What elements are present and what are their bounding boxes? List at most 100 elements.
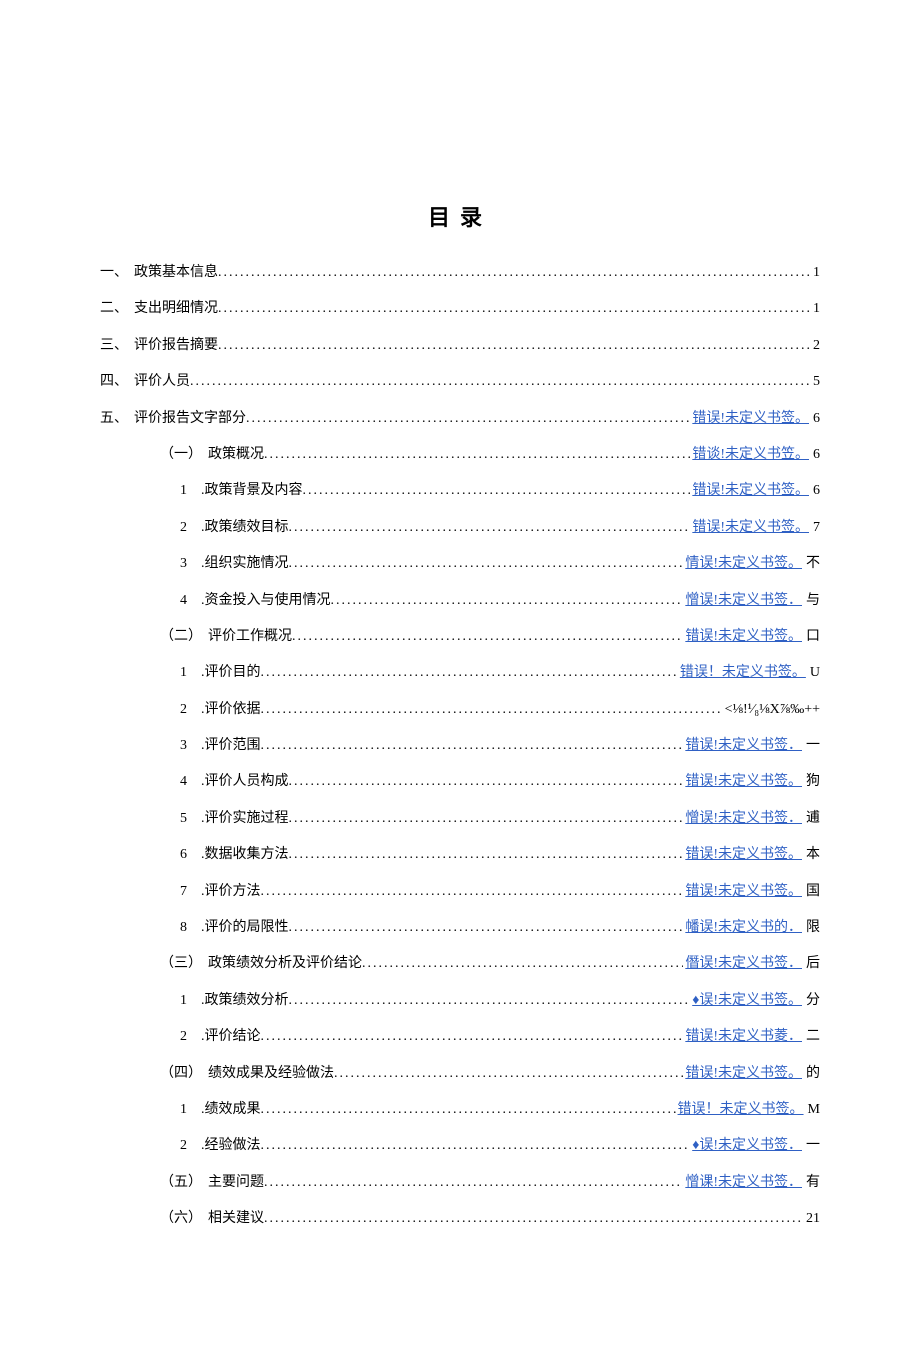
toc-leader-dots: ........................................… (261, 881, 684, 903)
toc-page-number: 6 (813, 444, 820, 466)
toc-entry-number: 7 (180, 881, 187, 903)
toc-bookmark-error-link[interactable]: ♦误!未定义书签． (692, 1135, 802, 1157)
toc-bookmark-error-link[interactable]: 错误!未定义书签． (685, 735, 802, 757)
toc-entry-text: .政策绩效目标 (201, 517, 289, 539)
toc-entry: 5 .评价实施过程................................… (100, 808, 820, 830)
toc-bookmark-error-link[interactable]: 僭误!未定义书签． (685, 953, 802, 975)
toc-entry-text: 相关建议 (208, 1208, 264, 1230)
toc-entry-number: 4 (180, 590, 187, 612)
toc-entry: 4.评价人员构成................................… (100, 771, 820, 793)
toc-entry-number: 五、 (100, 408, 128, 430)
toc-bookmark-error-link[interactable]: 错谈!未定义书笠。 (692, 444, 809, 466)
toc-page-number: 6 (813, 408, 820, 430)
toc-entry-text: .评价的局限性 (201, 917, 289, 939)
toc-entry-number: 1 (180, 990, 187, 1012)
toc-entry-text: .绩效成果 (201, 1099, 261, 1121)
toc-page-number: 不 (806, 553, 820, 575)
toc-leader-dots: ........................................… (362, 953, 683, 975)
toc-entry: 3.组织实施情况................................… (100, 553, 820, 575)
toc-leader-dots: ........................................… (289, 771, 684, 793)
toc-leader-dots: ........................................… (334, 1063, 683, 1085)
toc-entry-text: 评价报告摘要 (134, 335, 218, 357)
toc-page-number: 狗 (806, 771, 820, 793)
toc-entry: 1 .政策背景及内容 ..............................… (100, 480, 820, 502)
toc-bookmark-error-link[interactable]: 憎误!未定义书签． (685, 808, 802, 830)
toc-entry-number: 1 (180, 662, 187, 684)
toc-entry-number: 8 (180, 917, 187, 939)
toc-title: 目录 (100, 200, 820, 232)
toc-page-number: 与 (806, 590, 820, 612)
toc-entry-number: 2 (180, 1135, 187, 1157)
toc-leader-dots: ........................................… (218, 262, 811, 284)
toc-entry-text: .评价实施过程 (201, 808, 289, 830)
toc-page-number: 7 (813, 517, 820, 539)
toc-bookmark-error-link[interactable]: ♦误!未定义书签。 (692, 990, 802, 1012)
toc-entry: 五、评价报告文字部分..............................… (100, 408, 820, 430)
toc-page-number: 6 (813, 480, 820, 502)
toc-bookmark-error-link[interactable]: 错误!未定义书菱． (685, 1026, 802, 1048)
toc-leader-dots: ........................................… (289, 990, 691, 1012)
toc-bookmark-error-link[interactable]: 幡误!未定义书的． (685, 917, 802, 939)
toc-entry-text: .政策绩效分析 (201, 990, 289, 1012)
toc-page-number: 分 (806, 990, 820, 1012)
toc-bookmark-error-link[interactable]: 错误!未定义书签。 (692, 480, 809, 502)
toc-entry-text: .评价人员构成 (201, 771, 289, 793)
toc-entry: 3.评价范围..................................… (100, 735, 820, 757)
toc-bookmark-error-link[interactable]: 错误!未定义书签。 (685, 844, 802, 866)
toc-entry-number: 1 (180, 480, 187, 502)
toc-entry: （三） 政策绩效分析及评价结论..........................… (100, 953, 820, 975)
toc-entry-number: （五） (160, 1172, 202, 1194)
toc-entry-number: 3 (180, 735, 187, 757)
toc-entry-number: 四、 (100, 371, 128, 393)
toc-entry-number: 6 (180, 844, 187, 866)
toc-entry-number: （二） (160, 626, 202, 648)
toc-bookmark-error-link[interactable]: 情误!未定义书签。 (685, 553, 802, 575)
toc-bookmark-error-link[interactable]: 错误！未定义书签。 (680, 662, 806, 684)
toc-bookmark-error-link[interactable]: 错误!未定义书签。 (685, 626, 802, 648)
toc-entry-text: 评价工作概况 (208, 626, 292, 648)
toc-leader-dots: ........................................… (289, 844, 684, 866)
toc-entry: （二）评价工作概况...............................… (100, 626, 820, 648)
toc-page-number: 口 (806, 626, 820, 648)
toc-page-number: 的 (806, 1063, 820, 1085)
toc-entry: 2.评价依据 .................................… (100, 699, 820, 721)
toc-leader-dots: ........................................… (261, 1099, 676, 1121)
toc-leader-dots: ........................................… (289, 917, 684, 939)
toc-entry-text: .评价依据 (201, 699, 261, 721)
toc-entry: 2.政策绩效目标................................… (100, 517, 820, 539)
toc-bookmark-error-link[interactable]: 错误!未定义书签。 (685, 1063, 802, 1085)
toc-leader-dots: ........................................… (303, 480, 691, 502)
toc-entry-number: 3 (180, 553, 187, 575)
toc-container: 一、政策基本信息................................… (100, 262, 820, 1231)
toc-bookmark-error-link[interactable]: 憎误!未定义书签． (685, 590, 802, 612)
toc-entry-text: 政策绩效分析及评价结论 (208, 953, 362, 975)
toc-entry-text: .数据收集方法 (201, 844, 289, 866)
toc-leader-dots: ........................................… (289, 517, 691, 539)
toc-entry-text: .经验做法 (201, 1135, 261, 1157)
toc-bookmark-error-link[interactable]: 错误!未定义书签。 (692, 517, 809, 539)
toc-entry: 7.评价方法..................................… (100, 881, 820, 903)
toc-entry-number: 三、 (100, 335, 128, 357)
toc-bookmark-error-link[interactable]: 错误!未定义书签。 (692, 408, 809, 430)
toc-entry: （四）绩效成果及经验做法............................… (100, 1063, 820, 1085)
toc-entry: 二、支出明细情况................................… (100, 298, 820, 320)
toc-bookmark-error-link[interactable]: 憎课!未定义书签． (685, 1172, 802, 1194)
toc-entry-number: （三） (160, 953, 202, 975)
toc-entry-number: 5 (180, 808, 187, 830)
toc-page-number: M (808, 1099, 820, 1121)
toc-leader-dots: ........................................… (289, 808, 684, 830)
document-page: 目录 一、政策基本信息.............................… (0, 0, 920, 1345)
toc-bookmark-error-link[interactable]: 错误！未定义书签。 (678, 1099, 804, 1121)
toc-bookmark-error-link[interactable]: 错误!未定义书签。 (685, 881, 802, 903)
toc-leader-dots: ........................................… (261, 662, 678, 684)
toc-page-number: 5 (813, 371, 820, 393)
toc-entry: （六）相关建议.................................… (100, 1208, 820, 1230)
toc-page-number: 1 (813, 262, 820, 284)
toc-entry-text: .政策背景及内容 (201, 480, 303, 502)
toc-entry-text: 评价报告文字部分 (134, 408, 246, 430)
toc-entry: 1 .政策绩效分析................................… (100, 990, 820, 1012)
toc-entry-number: 1 (180, 1099, 187, 1121)
toc-leader-dots: ........................................… (264, 1172, 683, 1194)
toc-page-number: 本 (806, 844, 820, 866)
toc-bookmark-error-link[interactable]: 错误!未定义书签。 (685, 771, 802, 793)
